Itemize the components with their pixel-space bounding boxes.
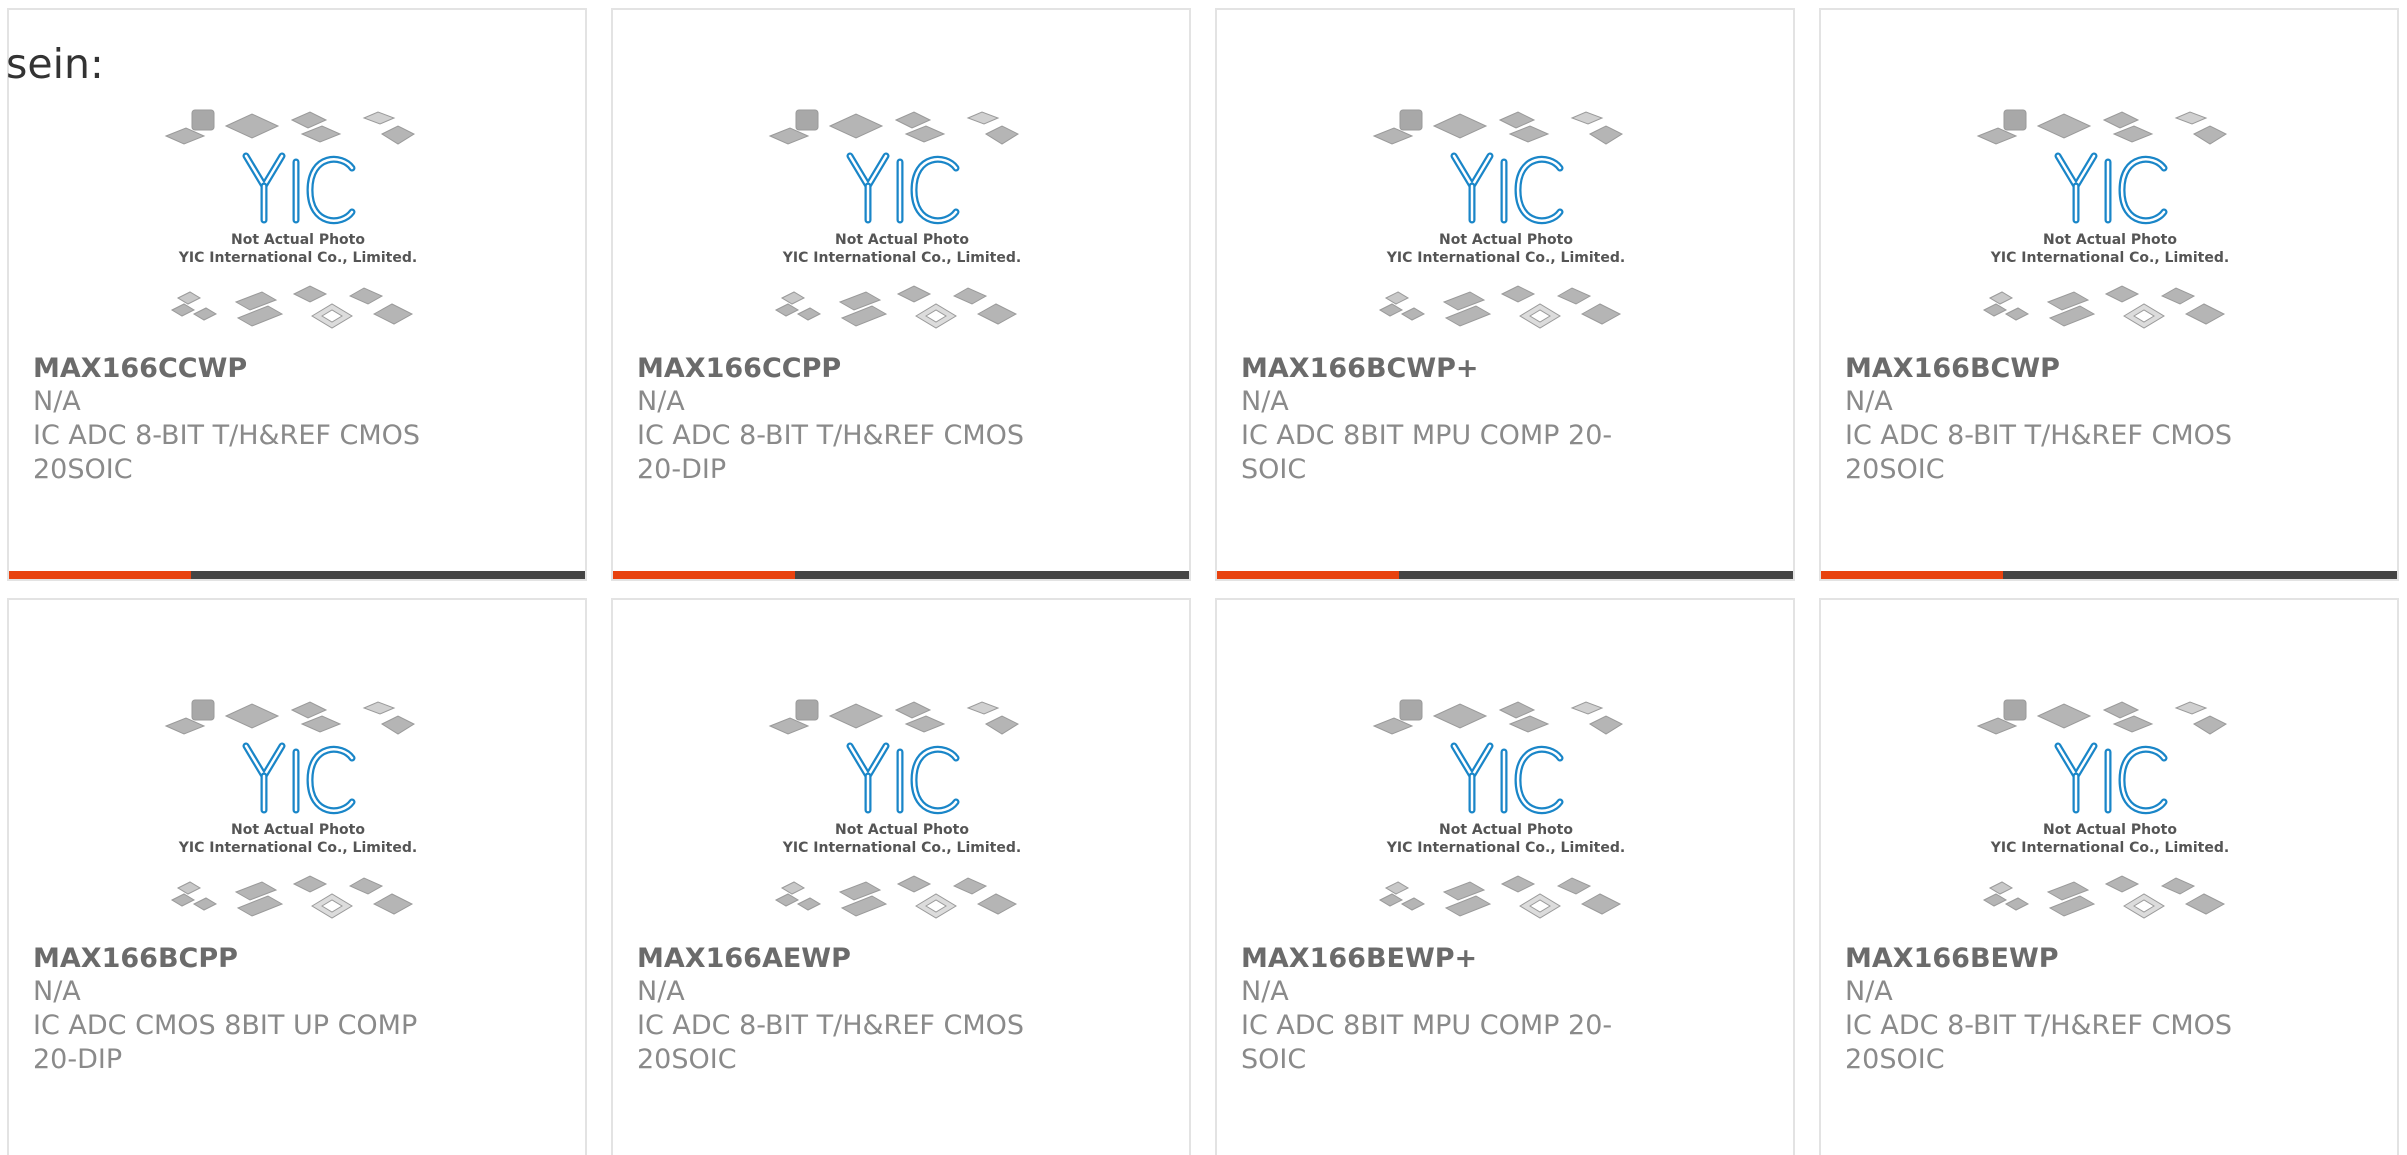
manufacturer: N/A (1845, 386, 1893, 417)
yic-logo-icon (242, 742, 356, 815)
product-card-1[interactable]: Not Actual Photo YIC International Co., … (611, 8, 1191, 581)
placeholder-line1: Not Actual Photo (1439, 822, 1573, 838)
product-grid: Not Actual Photo YIC International Co., … (7, 8, 2401, 1155)
manufacturer: N/A (1241, 386, 1289, 417)
product-photo-placeholder: Not Actual Photo YIC International Co., … (768, 688, 1036, 936)
part-number[interactable]: MAX166BCWP+ (1241, 352, 1671, 385)
yic-logo-icon (242, 152, 356, 225)
placeholder-line1: Not Actual Photo (835, 822, 969, 838)
manufacturer: N/A (33, 976, 81, 1007)
product-description: IC ADC 8BIT MPU COMP 20-SOIC (1241, 1010, 1613, 1075)
placeholder-line2: YIC International Co., Limited. (1386, 250, 1625, 266)
chip-icons-top (1372, 699, 1624, 735)
placeholder-line2: YIC International Co., Limited. (178, 250, 417, 266)
placeholder-line1: Not Actual Photo (1439, 232, 1573, 248)
manufacturer: N/A (33, 386, 81, 417)
product-description: IC ADC 8-BIT T/H&REF CMOS 20SOIC (1845, 420, 2233, 485)
chip-icons-top (164, 109, 416, 145)
product-card-5[interactable]: Not Actual Photo YIC International Co., … (611, 598, 1191, 1155)
chip-icons-top (164, 699, 416, 735)
card-bottom-bar (1217, 571, 1793, 579)
product-photo-placeholder: Not Actual Photo YIC International Co., … (164, 688, 432, 936)
placeholder-line2: YIC International Co., Limited. (782, 250, 1021, 266)
placeholder-line2: YIC International Co., Limited. (782, 840, 1021, 856)
product-description: IC ADC 8-BIT T/H&REF CMOS 20SOIC (1845, 1010, 2233, 1075)
chip-icons-bottom (774, 875, 1018, 919)
chip-icons-bottom (774, 285, 1018, 329)
card-accent-bar (9, 571, 191, 579)
yic-logo-icon (2054, 742, 2168, 815)
product-info: MAX166BEWP N/A IC ADC 8-BIT T/H&REF CMOS… (1845, 942, 2275, 1077)
product-photo-placeholder: Not Actual Photo YIC International Co., … (1976, 98, 2244, 346)
part-number[interactable]: MAX166BEWP+ (1241, 942, 1671, 975)
yic-logo-icon (1450, 742, 1564, 815)
card-bottom-bar (9, 571, 585, 579)
product-info: MAX166CCWP N/A IC ADC 8-BIT T/H&REF CMOS… (33, 352, 463, 487)
placeholder-line2: YIC International Co., Limited. (1990, 840, 2229, 856)
placeholder-line1: Not Actual Photo (231, 232, 365, 248)
product-photo-placeholder: Not Actual Photo YIC International Co., … (1372, 688, 1640, 936)
chip-icons-top (1976, 699, 2228, 735)
part-number[interactable]: MAX166BCPP (33, 942, 463, 975)
manufacturer: N/A (637, 976, 685, 1007)
product-info: MAX166BEWP+ N/A IC ADC 8BIT MPU COMP 20-… (1241, 942, 1671, 1077)
part-number[interactable]: MAX166BEWP (1845, 942, 2275, 975)
placeholder-line2: YIC International Co., Limited. (1990, 250, 2229, 266)
product-photo-placeholder: Not Actual Photo YIC International Co., … (1372, 98, 1640, 346)
product-info: MAX166BCPP N/A IC ADC CMOS 8BIT UP COMP … (33, 942, 463, 1077)
card-bottom-bar (613, 571, 1189, 579)
chip-icons-top (1976, 109, 2228, 145)
placeholder-line1: Not Actual Photo (231, 822, 365, 838)
placeholder-line1: Not Actual Photo (835, 232, 969, 248)
chip-icons-bottom (170, 285, 414, 329)
product-card-3[interactable]: Not Actual Photo YIC International Co., … (1819, 8, 2399, 581)
chip-icons-bottom (170, 875, 414, 919)
product-description: IC ADC 8-BIT T/H&REF CMOS 20SOIC (637, 1010, 1025, 1075)
product-info: MAX166BCWP+ N/A IC ADC 8BIT MPU COMP 20-… (1241, 352, 1671, 487)
placeholder-line1: Not Actual Photo (2043, 232, 2177, 248)
intro-text: sein: (6, 40, 104, 88)
part-number[interactable]: MAX166AEWP (637, 942, 1067, 975)
manufacturer: N/A (637, 386, 685, 417)
product-description: IC ADC 8-BIT T/H&REF CMOS 20SOIC (33, 420, 421, 485)
card-bottom-bar (1821, 571, 2397, 579)
product-description: IC ADC 8BIT MPU COMP 20-SOIC (1241, 420, 1613, 485)
chip-icons-bottom (1982, 285, 2226, 329)
yic-logo-icon (846, 152, 960, 225)
product-photo-placeholder: Not Actual Photo YIC International Co., … (1976, 688, 2244, 936)
chip-icons-top (768, 109, 1020, 145)
product-info: MAX166BCWP N/A IC ADC 8-BIT T/H&REF CMOS… (1845, 352, 2275, 487)
chip-icons-top (768, 699, 1020, 735)
product-info: MAX166CCPP N/A IC ADC 8-BIT T/H&REF CMOS… (637, 352, 1067, 487)
yic-logo-icon (2054, 152, 2168, 225)
card-accent-bar (613, 571, 795, 579)
product-card-6[interactable]: Not Actual Photo YIC International Co., … (1215, 598, 1795, 1155)
part-number[interactable]: MAX166CCWP (33, 352, 463, 385)
product-card-7[interactable]: Not Actual Photo YIC International Co., … (1819, 598, 2399, 1155)
card-accent-bar (1821, 571, 2003, 579)
manufacturer: N/A (1241, 976, 1289, 1007)
chip-icons-bottom (1378, 285, 1622, 329)
product-photo-placeholder: Not Actual Photo YIC International Co., … (768, 98, 1036, 346)
card-accent-bar (1217, 571, 1399, 579)
placeholder-line1: Not Actual Photo (2043, 822, 2177, 838)
product-card-2[interactable]: Not Actual Photo YIC International Co., … (1215, 8, 1795, 581)
part-number[interactable]: MAX166CCPP (637, 352, 1067, 385)
manufacturer: N/A (1845, 976, 1893, 1007)
product-description: IC ADC CMOS 8BIT UP COMP 20-DIP (33, 1010, 418, 1075)
part-number[interactable]: MAX166BCWP (1845, 352, 2275, 385)
chip-icons-top (1372, 109, 1624, 145)
product-listing-page: sein: Not Actual Photo YIC International… (0, 0, 2407, 1155)
product-description: IC ADC 8-BIT T/H&REF CMOS 20-DIP (637, 420, 1025, 485)
product-photo-placeholder: Not Actual Photo YIC International Co., … (164, 98, 432, 346)
product-card-4[interactable]: Not Actual Photo YIC International Co., … (7, 598, 587, 1155)
chip-icons-bottom (1378, 875, 1622, 919)
product-info: MAX166AEWP N/A IC ADC 8-BIT T/H&REF CMOS… (637, 942, 1067, 1077)
chip-icons-bottom (1982, 875, 2226, 919)
yic-logo-icon (1450, 152, 1564, 225)
product-card-0[interactable]: Not Actual Photo YIC International Co., … (7, 8, 587, 581)
placeholder-line2: YIC International Co., Limited. (178, 840, 417, 856)
yic-logo-icon (846, 742, 960, 815)
placeholder-line2: YIC International Co., Limited. (1386, 840, 1625, 856)
